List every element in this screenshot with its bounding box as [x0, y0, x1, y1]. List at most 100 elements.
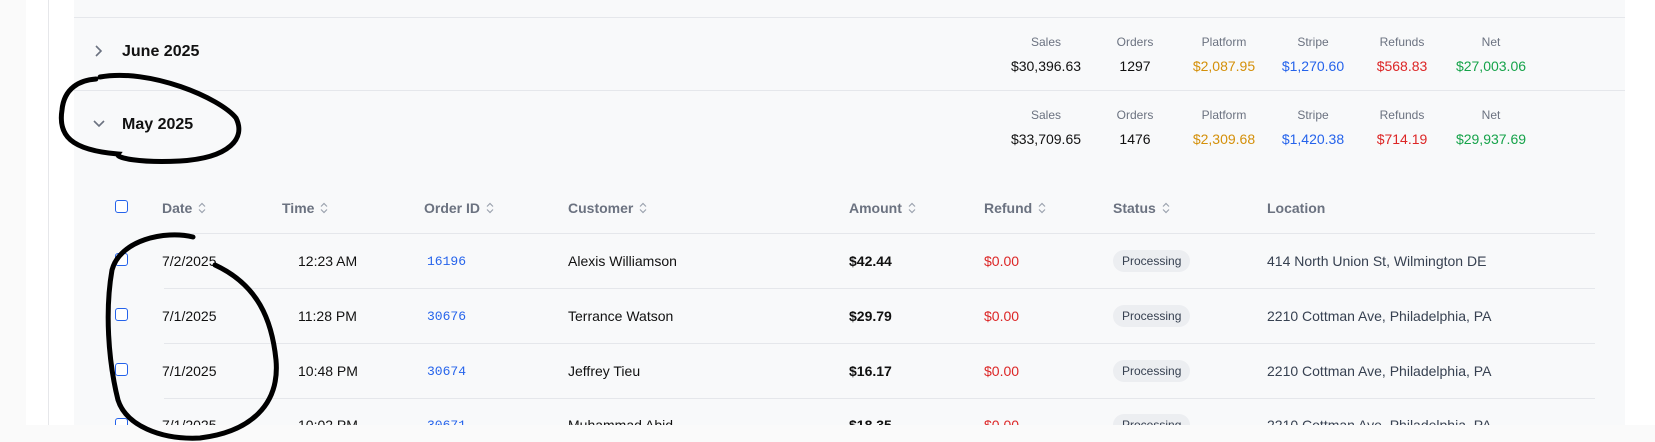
- stat-label: Sales: [1030, 35, 1062, 49]
- sort-icon: [321, 202, 328, 214]
- stat-value: $29,937.69: [1455, 131, 1527, 147]
- order-id-link[interactable]: 16196: [427, 254, 466, 269]
- stat-label: Platform: [1201, 35, 1247, 49]
- stat-stripe: Stripe $1,420.38: [1263, 108, 1363, 147]
- chevron-down-icon[interactable]: [90, 115, 108, 133]
- stat-orders: Orders 1297: [1085, 35, 1185, 74]
- stat-value: $1,270.60: [1281, 58, 1345, 74]
- cell-refund: $0.00: [984, 253, 1020, 269]
- cell-customer: Muhammad Abid: [568, 417, 674, 425]
- cell-customer: Terrance Watson: [568, 308, 674, 324]
- row-divider: [164, 288, 1595, 289]
- bottom-gutter: [0, 425, 1655, 442]
- stat-value: $714.19: [1376, 131, 1428, 147]
- monthly-report-panel: June 2025 Sales $30,396.63 Orders 1297 P…: [74, 0, 1625, 425]
- stat-label: Stripe: [1297, 108, 1329, 122]
- column-header-date[interactable]: Date: [162, 200, 206, 216]
- stat-orders: Orders 1476: [1085, 108, 1185, 147]
- status-badge: Processing: [1113, 305, 1191, 327]
- stat-value: 1476: [1119, 131, 1151, 147]
- stat-net: Net $27,003.06: [1441, 35, 1541, 74]
- order-id-link[interactable]: 30676: [427, 309, 466, 324]
- column-header-refund[interactable]: Refund: [984, 200, 1046, 216]
- stat-label: Orders: [1116, 35, 1154, 49]
- stat-value: $27,003.06: [1455, 58, 1527, 74]
- header-label: Date: [162, 200, 193, 216]
- stat-label: Platform: [1201, 108, 1247, 122]
- cell-date: 7/1/2025: [162, 308, 217, 324]
- stat-value: $2,087.95: [1192, 58, 1256, 74]
- stat-label: Sales: [1030, 108, 1062, 122]
- stat-refunds: Refunds $714.19: [1352, 108, 1452, 147]
- cell-time: 10:02 PM: [298, 417, 358, 425]
- cell-customer: Jeffrey Tieu: [568, 363, 641, 379]
- cell-refund: $0.00: [984, 417, 1020, 425]
- cell-customer: Alexis Williamson: [568, 253, 677, 269]
- month-row-june-2025[interactable]: June 2025 Sales $30,396.63 Orders 1297 P…: [74, 17, 1625, 90]
- row-checkbox[interactable]: [115, 418, 128, 425]
- row-divider: [164, 398, 1595, 399]
- order-id-link[interactable]: 30674: [427, 364, 466, 379]
- stat-label: Refunds: [1379, 108, 1425, 122]
- stat-value: $33,709.65: [1010, 131, 1082, 147]
- column-header-amount[interactable]: Amount: [849, 200, 916, 216]
- column-header-customer[interactable]: Customer: [568, 200, 647, 216]
- column-header-location: Location: [1267, 200, 1325, 216]
- status-badge: Processing: [1113, 414, 1191, 425]
- sort-icon: [486, 202, 494, 214]
- stat-platform: Platform $2,309.68: [1174, 108, 1274, 147]
- stat-platform: Platform $2,087.95: [1174, 35, 1274, 74]
- stat-label: Orders: [1116, 108, 1154, 122]
- status-badge: Processing: [1113, 250, 1191, 272]
- order-id-link[interactable]: 30671: [427, 418, 466, 425]
- stat-value: $568.83: [1376, 58, 1428, 74]
- month-row-may-2025[interactable]: May 2025 Sales $33,709.65 Orders 1476 Pl…: [74, 90, 1625, 163]
- stat-sales: Sales $33,709.65: [996, 108, 1096, 147]
- header-label: Status: [1113, 200, 1156, 216]
- column-header-time[interactable]: Time: [282, 200, 328, 216]
- stat-sales: Sales $30,396.63: [996, 35, 1096, 74]
- stat-net: Net $29,937.69: [1441, 108, 1541, 147]
- row-divider: [164, 233, 1595, 234]
- month-title[interactable]: June 2025: [122, 43, 199, 61]
- status-badge: Processing: [1113, 360, 1191, 382]
- header-label: Order ID: [424, 200, 481, 216]
- cell-time: 10:48 PM: [298, 363, 358, 379]
- stat-label: Stripe: [1297, 35, 1329, 49]
- cell-date: 7/1/2025: [162, 417, 217, 425]
- month-title[interactable]: May 2025: [122, 116, 193, 134]
- header-label: Refund: [984, 200, 1033, 216]
- cell-amount: $18.35: [849, 417, 892, 425]
- cell-amount: $16.17: [849, 363, 892, 379]
- header-label: Amount: [849, 200, 902, 216]
- sort-icon: [1038, 202, 1046, 214]
- stat-stripe: Stripe $1,270.60: [1263, 35, 1363, 74]
- stat-value: $30,396.63: [1010, 58, 1082, 74]
- column-header-order-id[interactable]: Order ID: [424, 200, 494, 216]
- cell-date: 7/2/2025: [162, 253, 217, 269]
- row-checkbox[interactable]: [115, 308, 128, 321]
- column-header-status[interactable]: Status: [1113, 200, 1170, 216]
- cell-time: 11:28 PM: [298, 308, 357, 324]
- cell-date: 7/1/2025: [162, 363, 217, 379]
- row-checkbox[interactable]: [115, 363, 128, 376]
- cell-amount: $29.79: [849, 308, 892, 324]
- cell-refund: $0.00: [984, 308, 1020, 324]
- cell-amount: $42.44: [849, 253, 892, 269]
- select-all-checkbox[interactable]: [115, 200, 128, 213]
- cell-location: 414 North Union St, Wilmington DE: [1267, 253, 1487, 269]
- stat-label: Refunds: [1379, 35, 1425, 49]
- stat-value: $2,309.68: [1192, 131, 1256, 147]
- row-divider: [164, 343, 1595, 344]
- sort-icon: [908, 202, 916, 214]
- cell-location: 2210 Cottman Ave, Philadelphia, PA: [1267, 417, 1492, 425]
- row-checkbox[interactable]: [115, 253, 128, 266]
- cell-refund: $0.00: [984, 363, 1020, 379]
- chevron-right-icon[interactable]: [90, 42, 108, 60]
- stat-refunds: Refunds $568.83: [1352, 35, 1452, 74]
- header-label: Time: [282, 200, 315, 216]
- stat-value: $1,420.38: [1281, 131, 1345, 147]
- cell-location: 2210 Cottman Ave, Philadelphia, PA: [1267, 363, 1492, 379]
- stat-value: 1297: [1119, 58, 1151, 74]
- cell-location: 2210 Cottman Ave, Philadelphia, PA: [1267, 308, 1492, 324]
